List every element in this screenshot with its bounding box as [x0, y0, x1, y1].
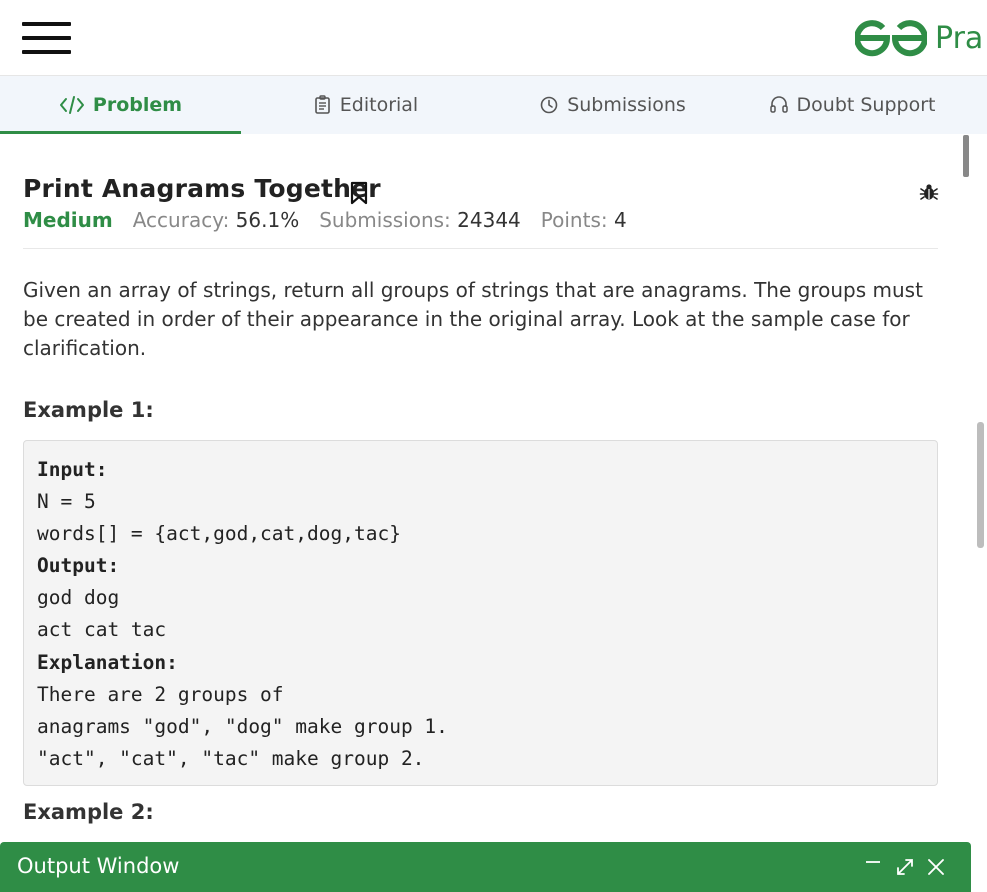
content-scrollbar-thumb[interactable] [963, 135, 969, 177]
output-window-bar[interactable]: Output Window [0, 842, 971, 892]
submissions-label: Submissions: [319, 208, 451, 232]
bookmark-icon[interactable] [349, 181, 369, 209]
example-1-line: anagrams "god", "dog" make group 1. [37, 714, 448, 738]
example-1-code: Input: N = 5 words[] = {act,god,cat,dog,ta… [37, 454, 448, 775]
gfg-logo[interactable]: Pra [855, 18, 983, 58]
code-icon [59, 95, 85, 115]
bug-report-icon[interactable] [919, 182, 939, 206]
tab-doubt-support-label: Doubt Support [796, 94, 936, 116]
close-icon[interactable] [926, 857, 946, 881]
example-1-line: N = 5 [37, 490, 96, 514]
tab-problem[interactable]: Problem [0, 76, 241, 134]
points-value: 4 [613, 208, 627, 232]
tab-submissions-label: Submissions [567, 94, 686, 116]
page-scrollbar-thumb[interactable] [977, 422, 984, 548]
clock-icon [539, 95, 559, 115]
example-1-line: Output: [37, 554, 120, 578]
expand-icon[interactable] [895, 857, 915, 881]
tab-editorial[interactable]: Editorial [241, 76, 491, 134]
problem-description: Given an array of strings, return all gr… [23, 278, 923, 360]
tab-doubt-support[interactable]: Doubt Support [734, 76, 970, 134]
submissions-value: 24344 [457, 208, 521, 232]
document-icon [314, 95, 332, 115]
tab-editorial-label: Editorial [339, 94, 419, 116]
example-1-line: "act", "cat", "tac" make group 2. [37, 746, 425, 770]
points-label: Points: [540, 208, 608, 232]
tab-submissions[interactable]: Submissions [491, 76, 734, 134]
top-bar: Pra [0, 0, 987, 76]
minimize-icon[interactable] [864, 854, 882, 873]
tab-bar: Problem Editorial Submissions Doubt Supp… [0, 76, 987, 134]
menu-icon[interactable] [22, 22, 71, 54]
difficulty-badge: Medium [23, 208, 113, 232]
example-1-line: Explanation: [37, 650, 178, 674]
logo-text: Pra [935, 20, 984, 56]
example-1-line: god dog [37, 586, 120, 610]
gfg-logo-icon [855, 20, 927, 57]
problem-meta: Medium Accuracy: 56.1% Submissions: 24344 P… [23, 208, 647, 232]
output-window-title: Output Window [17, 854, 180, 878]
example-1-line: There are 2 groups of [37, 682, 284, 706]
example-1-heading: Example 1: [23, 398, 154, 422]
active-tab-indicator [0, 131, 241, 134]
headset-icon [769, 95, 789, 115]
divider [23, 248, 938, 249]
example-1-line: act cat tac [37, 618, 167, 642]
example-1-box: Input: N = 5 words[] = {act,god,cat,dog,ta… [23, 440, 938, 786]
problem-title: Print Anagrams Together [23, 174, 381, 203]
example-2-heading: Example 2: [23, 800, 154, 824]
tab-problem-label: Problem [92, 94, 183, 116]
example-1-line: words[] = {act,god,cat,dog,tac} [37, 522, 401, 546]
example-1-line: Input: [37, 458, 108, 481]
accuracy-value: 56.1% [235, 208, 300, 232]
accuracy-label: Accuracy: [132, 208, 230, 232]
